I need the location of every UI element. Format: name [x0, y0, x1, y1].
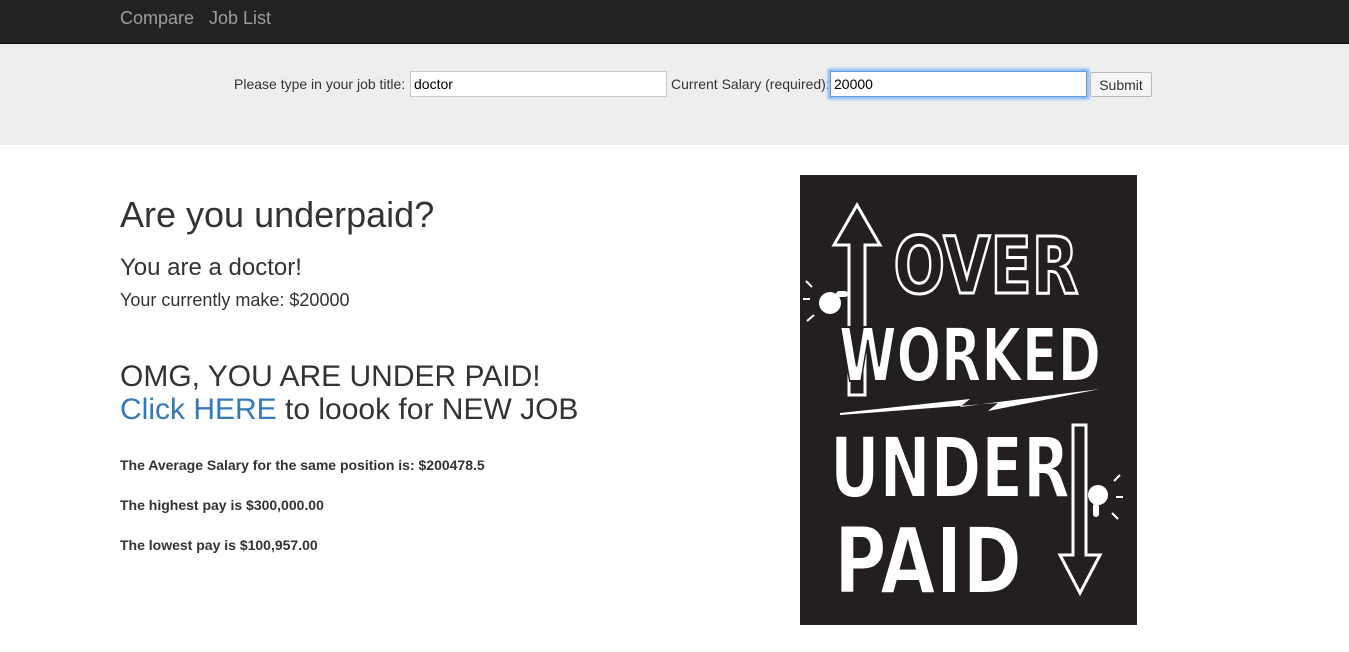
lowest-pay-text: The lowest pay is $100,957.00: [120, 537, 318, 553]
verdict-block: OMG, YOU ARE UNDER PAID! Click HERE to l…: [120, 360, 578, 426]
poster-text-worked: WORKED: [839, 313, 1101, 399]
overworked-underpaid-poster: OVER WORKED UNDER PAID: [800, 175, 1137, 625]
new-job-link-suffix: to loook for NEW JOB: [276, 393, 579, 426]
highest-pay-text: The highest pay is $300,000.00: [120, 497, 324, 513]
current-salary-input[interactable]: [830, 71, 1087, 97]
poster-text-paid: PAID: [834, 508, 1022, 615]
page-title: Are you underpaid?: [120, 194, 435, 235]
nav-link-job-list[interactable]: Job List: [209, 8, 271, 29]
poster-text-under: UNDER: [830, 419, 1070, 517]
submit-button[interactable]: Submit: [1090, 72, 1152, 97]
top-navbar: Compare Job List: [0, 0, 1349, 44]
poster-text-over: OVER: [894, 222, 1079, 312]
search-form: Please type in your job title: Current S…: [0, 44, 1349, 145]
current-salary-statement: Your currently make: $20000: [120, 290, 350, 310]
pointing-down-hand-icon: [1088, 474, 1123, 520]
job-statement: You are a doctor!: [120, 254, 302, 281]
verdict-text: OMG, YOU ARE UNDER PAID!: [120, 360, 541, 393]
job-title-input[interactable]: [410, 71, 667, 97]
job-title-label: Please type in your job title:: [234, 76, 406, 92]
nav-link-compare[interactable]: Compare: [120, 8, 194, 29]
poster-artwork: OVER WORKED UNDER PAID: [803, 201, 1123, 616]
average-salary-text: The Average Salary for the same position…: [120, 457, 485, 473]
new-job-link[interactable]: Click HERE: [120, 393, 277, 426]
current-salary-label: Current Salary (required):: [671, 76, 830, 92]
